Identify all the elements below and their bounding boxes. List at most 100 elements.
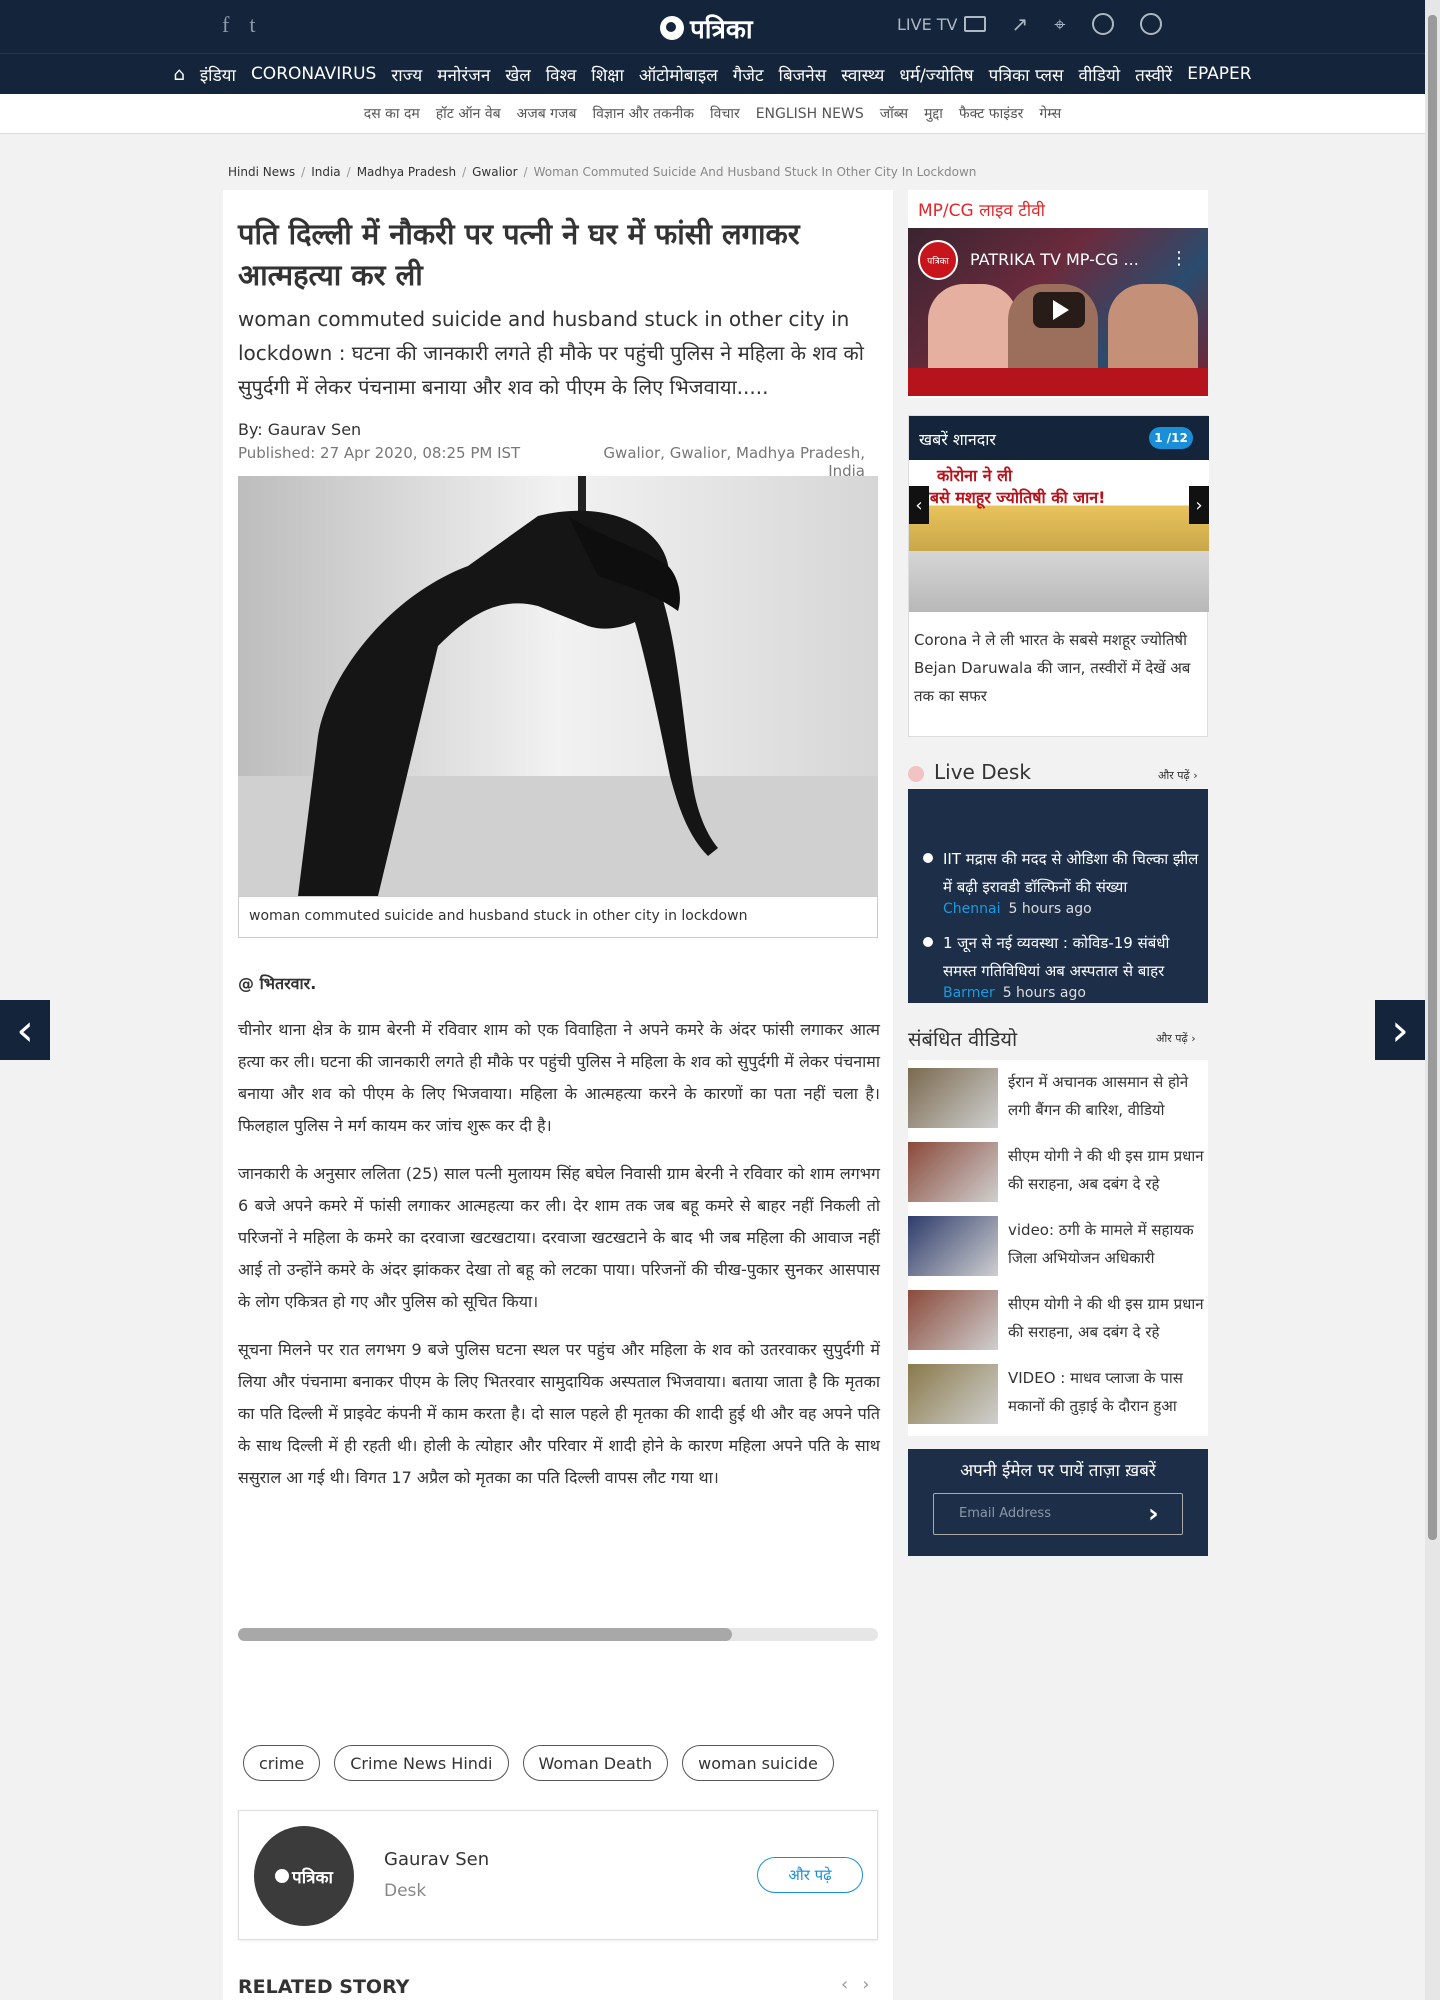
nav-item[interactable]: खेल bbox=[505, 63, 530, 86]
subnav-item[interactable]: विज्ञान और तकनीक bbox=[592, 104, 694, 123]
video-thumbnail bbox=[908, 1364, 998, 1424]
next-article-arrow-icon[interactable]: › bbox=[1375, 1000, 1425, 1060]
slide-image-text: कोरोना ने ली bbox=[937, 466, 1013, 485]
breadcrumb-link[interactable]: Madhya Pradesh bbox=[357, 165, 456, 179]
live-desk-item-meta: Barmer 5 hours ago bbox=[943, 985, 1086, 1001]
nav-item[interactable]: CORONAVIRUS bbox=[251, 64, 376, 84]
tag[interactable]: crime bbox=[243, 1745, 321, 1781]
email-input[interactable]: Email Address bbox=[933, 1493, 1183, 1535]
submit-arrow-icon[interactable]: › bbox=[1148, 1499, 1159, 1529]
video-item[interactable]: video: ठगी के मामले में सहायक जिला अभियो… bbox=[908, 1216, 1208, 1280]
subnav-item[interactable]: हॉट ऑन वेब bbox=[436, 104, 501, 123]
search-icon[interactable] bbox=[1091, 13, 1114, 35]
video-thumbnail bbox=[908, 1216, 998, 1276]
subnav-item[interactable]: मुद्दा bbox=[924, 104, 943, 123]
channel-logo: पत्रिका bbox=[918, 240, 958, 280]
nav-item[interactable]: शिक्षा bbox=[591, 63, 624, 86]
nav-item[interactable]: इंडिया bbox=[200, 63, 236, 86]
breadcrumb-link[interactable]: Gwalior bbox=[472, 165, 517, 179]
page-scrollbar[interactable] bbox=[1425, 0, 1440, 2000]
user-icon[interactable] bbox=[1139, 13, 1162, 35]
tag[interactable]: Woman Death bbox=[522, 1745, 669, 1781]
nav-item[interactable]: स्वास्थ्य bbox=[841, 63, 884, 86]
article-headline: पति दिल्ली में नौकरी पर पत्नी ने घर में … bbox=[238, 217, 800, 292]
video-player[interactable]: पत्रिका PATRIKA TV MP-CG ... ⋮ bbox=[908, 228, 1208, 396]
chevron-left-icon[interactable]: ‹ bbox=[909, 486, 929, 524]
subnav-item[interactable]: फैक्ट फाइंडर bbox=[959, 104, 1023, 123]
page-scrollbar-thumb[interactable] bbox=[1428, 15, 1437, 1540]
video-item-title: video: ठगी के मामले में सहायक जिला अभियो… bbox=[1008, 1221, 1194, 1267]
facebook-icon[interactable]: f bbox=[222, 12, 229, 38]
subnav-item[interactable]: दस का दम bbox=[364, 104, 420, 123]
nav-item[interactable]: बिजनेस bbox=[779, 63, 827, 86]
related-videos-more-link[interactable]: और पढ़ें › bbox=[1156, 1031, 1196, 1046]
article-byline[interactable]: By: Gaurav Sen bbox=[238, 420, 361, 439]
published-date: Published: 27 Apr 2020, 08:25 PM IST bbox=[238, 444, 521, 462]
chevron-left-icon[interactable]: ‹ bbox=[841, 1974, 848, 1995]
logo-text: पत्रिका bbox=[690, 15, 753, 45]
nav-item[interactable]: धर्म/ज्योतिष bbox=[899, 63, 973, 86]
nav-item[interactable]: मनोरंजन bbox=[437, 63, 490, 86]
live-tv-button[interactable]: LIVE TV bbox=[897, 15, 986, 34]
subnav-item[interactable]: अजब गजब bbox=[517, 104, 577, 123]
related-story-nav: ‹ › bbox=[841, 1974, 869, 1995]
breadcrumb-link[interactable]: India bbox=[311, 165, 340, 179]
video-thumbnail bbox=[908, 1142, 998, 1202]
more-options-icon[interactable]: ⋮ bbox=[1170, 248, 1188, 269]
video-item[interactable]: VIDEO : माधव प्लाजा के पास मकानों की तुड… bbox=[908, 1364, 1208, 1428]
trending-icon[interactable]: ↗ bbox=[1012, 12, 1029, 36]
article-summary: woman commuted suicide and husband stuck… bbox=[238, 307, 864, 399]
tag[interactable]: Crime News Hindi bbox=[334, 1745, 509, 1781]
subnav-item[interactable]: गेम्स bbox=[1039, 104, 1061, 123]
slide-caption[interactable]: Corona ने ले ली भारत के सबसे मशहूर ज्योत… bbox=[914, 626, 1204, 710]
subnav-item[interactable]: जॉब्स bbox=[880, 104, 908, 123]
nav-item[interactable]: EPAPER bbox=[1187, 64, 1251, 84]
article-paragraph: चीनोर थाना क्षेत्र के ग्राम बेरनी में रव… bbox=[238, 1020, 880, 1135]
nav-item[interactable]: विश्व bbox=[546, 63, 577, 86]
tag[interactable]: woman suicide bbox=[682, 1745, 834, 1781]
chevron-right-icon[interactable]: › bbox=[862, 1974, 869, 1995]
previous-article-arrow-icon[interactable]: ‹ bbox=[0, 1000, 50, 1060]
slide-image[interactable]: कोरोना ने ली सबसे मशहूर ज्योतिषी की जान! bbox=[909, 460, 1209, 612]
video-item-title: सीएम योगी ने की थी इस ग्राम प्रधान की सर… bbox=[1008, 1295, 1204, 1341]
site-logo[interactable]: पत्रिका bbox=[660, 10, 753, 46]
more-link-label: और पढ़ें bbox=[1156, 1032, 1188, 1045]
live-desk-item-text: 1 जून से नई व्यवस्था : कोविड-19 संबंधी स… bbox=[943, 934, 1170, 980]
nav-item[interactable]: वीडियो bbox=[1079, 63, 1121, 86]
author-more-button[interactable]: और पढ़े bbox=[757, 1857, 863, 1893]
item-city[interactable]: Barmer bbox=[943, 985, 995, 1001]
video-item[interactable]: सीएम योगी ने की थी इस ग्राम प्रधान की सर… bbox=[908, 1290, 1208, 1354]
live-desk-more-link[interactable]: और पढ़ें › bbox=[1158, 768, 1198, 783]
nav-item[interactable]: पत्रिका प्लस bbox=[989, 63, 1064, 86]
play-icon[interactable] bbox=[1033, 292, 1085, 328]
nav-item[interactable]: तस्वीरें bbox=[1135, 63, 1172, 86]
news-slider-widget: खबरें शानदार 1 /12 कोरोना ने ली सबसे मशह… bbox=[908, 415, 1209, 737]
article: पति दिल्ली में नौकरी पर पत्नी ने घर में … bbox=[223, 190, 893, 2000]
breadcrumb-separator: / bbox=[523, 165, 528, 179]
live-desk-item[interactable]: IIT मद्रास की मदद से ओडिशा की चिल्का झील… bbox=[923, 845, 1198, 925]
email-subscribe-title: अपनी ईमेल पर पायें ताज़ा ख़बरें bbox=[960, 1461, 1156, 1481]
breadcrumb-link[interactable]: Hindi News bbox=[228, 165, 295, 179]
video-frame-person bbox=[1108, 284, 1198, 374]
video-item-title: VIDEO : माधव प्लाजा के पास मकानों की तुड… bbox=[1008, 1369, 1183, 1415]
chevron-right-icon[interactable]: › bbox=[1189, 486, 1209, 524]
twitter-icon[interactable]: t bbox=[249, 12, 255, 38]
nav-item[interactable]: राज्य bbox=[391, 63, 422, 86]
top-bar: f t पत्रिका LIVE TV ↗ ⌖ bbox=[0, 0, 1425, 53]
item-city[interactable]: Chennai bbox=[943, 901, 1000, 917]
live-desk-title: Live Desk bbox=[934, 760, 1031, 784]
nav-item[interactable]: ऑटोमोबाइल bbox=[639, 63, 718, 86]
video-item[interactable]: ईरान में अचानक आसमान से होने लगी बैंगन क… bbox=[908, 1068, 1208, 1132]
live-desk-item[interactable]: 1 जून से नई व्यवस्था : कोविड-19 संबंधी स… bbox=[923, 929, 1198, 1003]
slide-image-text: सबसे मशहूर ज्योतिषी की जान! bbox=[919, 488, 1106, 507]
subnav-item[interactable]: ENGLISH NEWS bbox=[756, 106, 864, 122]
video-item[interactable]: सीएम योगी ने की थी इस ग्राम प्रधान की सर… bbox=[908, 1142, 1208, 1206]
nav-item[interactable]: गैजेट bbox=[733, 63, 764, 86]
subnav-item[interactable]: विचार bbox=[710, 104, 740, 123]
location-icon[interactable]: ⌖ bbox=[1054, 12, 1065, 36]
author-name[interactable]: Gaurav Sen bbox=[384, 1849, 489, 1870]
home-icon[interactable]: ⌂ bbox=[173, 64, 184, 85]
related-videos-title: संबंधित वीडियो bbox=[908, 1027, 1018, 1051]
horizontal-scrollbar-thumb[interactable] bbox=[238, 1628, 732, 1641]
horizontal-scrollbar[interactable] bbox=[238, 1628, 878, 1641]
